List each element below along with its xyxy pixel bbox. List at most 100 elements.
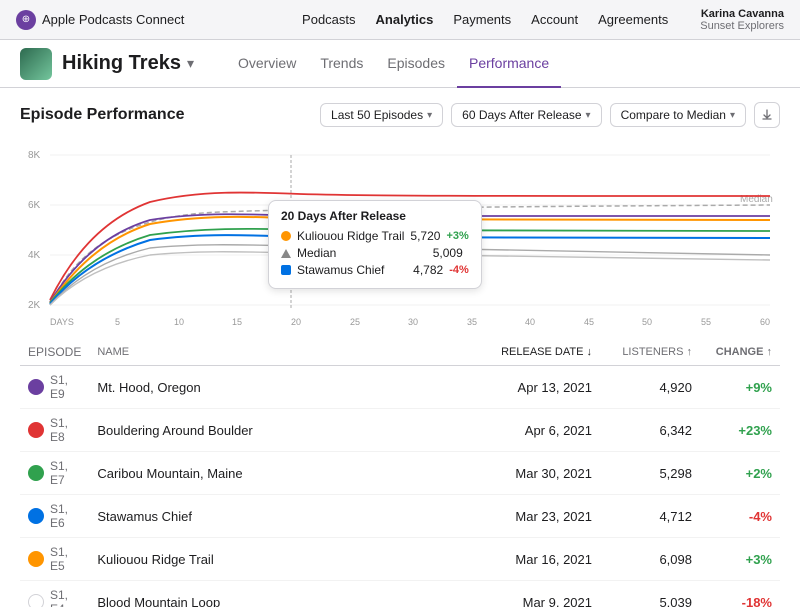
podcast-thumbnail [20,48,52,80]
episode-name-cell: Kuliouou Ridge Trail [89,538,480,581]
col-listeners[interactable]: LISTENERS ↑ [600,339,700,366]
svg-text:15: 15 [232,317,242,327]
tab-overview[interactable]: Overview [226,40,308,88]
table-row: S1, E5 Kuliouou Ridge Trail Mar 16, 20216,… [20,538,780,581]
table-row: S1, E4Blood Mountain LoopMar 9, 20215,03… [20,581,780,607]
svg-text:60: 60 [760,317,770,327]
tooltip-value-3: 4,782 [413,263,443,277]
change-cell: -18% [700,581,780,607]
tooltip-value-2: 5,009 [433,246,463,260]
episode-label: S1, E4 [50,588,81,607]
episode-dot-icon [28,508,44,524]
release-date-cell: Mar 30, 2021 [480,452,600,495]
tooltip-row-3: Stawamus Chief 4,782 -4% [281,263,469,277]
tab-performance[interactable]: Performance [457,40,561,88]
podcast-tabs: Overview Trends Episodes Performance [226,40,561,88]
podcast-title: Hiking Treks [62,52,181,75]
episode-name-cell: Caribou Mountain, Maine [89,452,480,495]
episode-name-cell: Stawamus Chief [89,495,480,538]
table-row: S1, E6 Stawamus ChiefMar 23, 20214,712-4% [20,495,780,538]
tooltip-circle-icon [281,231,291,241]
episode-name-cell: Mt. Hood, Oregon [89,366,480,409]
listeners-cell: 6,098 [600,538,700,581]
chart-tooltip: 20 Days After Release Kuliouou Ridge Tra… [268,200,482,289]
tab-episodes[interactable]: Episodes [375,40,457,88]
episode-cell: S1, E6 [20,495,89,538]
nav-account[interactable]: Account [531,12,578,27]
app-name: Apple Podcasts Connect [42,12,184,27]
release-date-cell: Apr 6, 2021 [480,409,600,452]
section-header: Episode Performance Last 50 Episodes ▾ 6… [20,102,780,128]
tooltip-value-1: 5,720 [410,229,440,243]
nav-user[interactable]: Karina Cavanna Sunset Explorers [700,8,784,32]
svg-text:35: 35 [467,317,477,327]
change-cell: +2% [700,452,780,495]
tooltip-name-3: Stawamus Chief [297,263,407,277]
release-date-cell: Mar 23, 2021 [480,495,600,538]
release-date-cell: Mar 16, 2021 [480,538,600,581]
episode-dot-icon [28,465,44,481]
table-row: S1, E9Mt. Hood, OregonApr 13, 20214,920+… [20,366,780,409]
section-title: Episode Performance [20,106,320,124]
episode-cell: S1, E7 [20,452,89,495]
export-button[interactable] [754,102,780,128]
episode-name: Kuliouou Ridge Trail [97,552,213,567]
episode-name: Caribou Mountain, Maine [97,466,242,481]
svg-text:8K: 8K [28,150,41,161]
col-release-date[interactable]: RELEASE DATE ↓ [480,339,600,366]
nav-analytics[interactable]: Analytics [376,12,434,27]
col-change[interactable]: CHANGE ↑ [700,339,780,366]
episode-label: S1, E9 [50,373,81,401]
podcast-dropdown-chevron[interactable]: ▾ [187,55,194,72]
listeners-cell: 4,712 [600,495,700,538]
listeners-cell: 5,298 [600,452,700,495]
episode-dot-icon [28,594,44,607]
episode-dot-icon [28,422,44,438]
svg-text:5: 5 [115,317,120,327]
episode-cell: S1, E5 [20,538,89,581]
chevron-down-icon: ▾ [586,110,591,121]
chevron-down-icon: ▾ [427,110,432,121]
svg-text:25: 25 [350,317,360,327]
page-content: Episode Performance Last 50 Episodes ▾ 6… [0,88,800,607]
top-nav: ⊕ Apple Podcasts Connect Podcasts Analyt… [0,0,800,40]
episode-label: S1, E5 [50,545,81,573]
episodes-table-container: EPISODE NAME RELEASE DATE ↓ LISTENERS ↑ … [20,339,780,607]
nav-payments[interactable]: Payments [453,12,511,27]
episode-cell: S1, E9 [20,366,89,409]
svg-text:40: 40 [525,317,535,327]
episode-name-cell: Bouldering Around Boulder [89,409,480,452]
svg-text:DAYS: DAYS [50,317,74,327]
filter-episodes[interactable]: Last 50 Episodes ▾ [320,103,443,127]
col-episode: EPISODE [20,339,89,366]
change-cell: +23% [700,409,780,452]
episode-label: S1, E7 [50,459,81,487]
tooltip-title: 20 Days After Release [281,209,469,223]
episode-name: Mt. Hood, Oregon [97,380,200,395]
filter-compare[interactable]: Compare to Median ▾ [610,103,746,127]
tooltip-row-1: Kuliouou Ridge Trail 5,720 +3% [281,229,469,243]
filter-days[interactable]: 60 Days After Release ▾ [451,103,601,127]
episode-cell: S1, E4 [20,581,89,607]
svg-text:20: 20 [291,317,301,327]
table-row: S1, E8Bouldering Around BoulderApr 6, 20… [20,409,780,452]
table-row: S1, E7 Caribou Mountain, Maine Mar 30, 202… [20,452,780,495]
tab-trends[interactable]: Trends [308,40,375,88]
episode-name: Blood Mountain Loop [97,595,220,607]
episode-label: S1, E6 [50,502,81,530]
logo-icon: ⊕ [16,10,36,30]
tooltip-square-icon [281,265,291,275]
tooltip-change-3: -4% [449,264,469,276]
listeners-cell: 6,342 [600,409,700,452]
col-name: NAME [89,339,480,366]
listeners-cell: 5,039 [600,581,700,607]
tooltip-name-2: Median [297,246,427,260]
podcast-header: Hiking Treks ▾ Overview Trends Episodes … [0,40,800,88]
nav-podcasts[interactable]: Podcasts [302,12,355,27]
user-name: Karina Cavanna [701,8,784,20]
user-subtitle: Sunset Explorers [700,20,784,32]
nav-agreements[interactable]: Agreements [598,12,668,27]
tooltip-row-2: Median 5,009 [281,246,469,260]
change-cell: -4% [700,495,780,538]
svg-text:55: 55 [701,317,711,327]
